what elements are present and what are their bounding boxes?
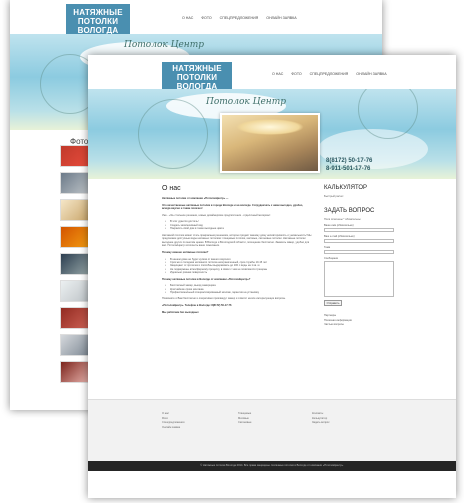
footer-link[interactable]: Онлайн заявка bbox=[162, 426, 184, 431]
brand-script-text: Потолок Центр bbox=[124, 40, 205, 50]
section-subtitle: Почему натяжные потолки в Вологде от ком… bbox=[162, 277, 251, 281]
email-label: Ваш e-mail (обязательно) bbox=[324, 235, 355, 238]
intro-paragraph: Натяжные потолки от компании «ПотолокЦен… bbox=[162, 197, 229, 200]
photo-thumb[interactable] bbox=[60, 253, 90, 275]
nav-photo[interactable]: фото bbox=[201, 16, 211, 20]
front-topbar: натяжные потолки вологда натяжные потолк… bbox=[88, 55, 456, 95]
footer: О нас Фото Спецпредложения Онлайн заявка… bbox=[88, 399, 456, 471]
sidebar: Калькулятор Быстрый расчет Задать вопрос… bbox=[324, 185, 394, 328]
subject-field[interactable] bbox=[324, 250, 394, 254]
screenshot-stage: натяжные потолки вологда натяжные потолк… bbox=[0, 0, 464, 503]
footer-col-3: Контакты Калькулятор Задать вопрос bbox=[312, 412, 330, 426]
footer-link[interactable]: Сатиновые bbox=[238, 421, 251, 426]
nav-about[interactable]: о нас bbox=[182, 16, 193, 20]
main-column: О нас Натяжные потолки от компании «Пото… bbox=[162, 185, 312, 317]
nav-about[interactable]: о нас bbox=[272, 72, 283, 76]
list-item: Идеально ровная поверхность bbox=[162, 271, 312, 275]
logo-line1: натяжные потолки bbox=[172, 64, 222, 82]
closing-line: «ПотолокЦентр». Телефон в Вологде: 8(817… bbox=[162, 304, 232, 307]
footer-col-1: О нас Фото Спецпредложения Онлайн заявка bbox=[162, 412, 184, 430]
nav-online-request[interactable]: онлайн заявка bbox=[266, 16, 296, 20]
footer-col-2: Глянцевые Матовые Сатиновые bbox=[238, 412, 251, 426]
front-banner: Потолок Центр 8(8172) 50-17-76 8-911-501… bbox=[88, 89, 456, 179]
photo-thumb[interactable] bbox=[60, 199, 90, 221]
page-title: О нас bbox=[162, 185, 181, 192]
ask-question-title: Задать вопрос bbox=[324, 208, 375, 214]
front-logo[interactable]: натяжные потолки вологда натяжные потолк… bbox=[162, 62, 232, 95]
body-paragraph: Позвоните и Вам бесплатно и оперативно п… bbox=[162, 297, 286, 301]
footer-link[interactable]: Спецпредложения bbox=[162, 421, 184, 426]
phone-1[interactable]: 8(8172) 50-17-76 bbox=[326, 157, 372, 165]
back-nav: о нас фото спецпредложения онлайн заявка bbox=[182, 16, 297, 20]
nav-photo[interactable]: фото bbox=[291, 72, 301, 76]
intro-paragraph: Это качественные натяжные потолки в горо… bbox=[162, 203, 304, 211]
photo-thumb[interactable] bbox=[60, 172, 90, 194]
message-label: Сообщение bbox=[324, 257, 339, 260]
photo-thumb[interactable] bbox=[60, 280, 90, 302]
footer-link[interactable]: Задать вопрос bbox=[312, 421, 330, 426]
nav-offers[interactable]: спецпредложения bbox=[310, 72, 349, 76]
ornament-swirl bbox=[138, 99, 208, 169]
email-field[interactable] bbox=[324, 239, 394, 243]
nav-offers[interactable]: спецпредложения bbox=[220, 16, 259, 20]
back-topbar: натяжные потолки вологда натяжные потолк… bbox=[10, 0, 382, 39]
interior-photo bbox=[220, 113, 320, 173]
required-note: Поля отмечены * обязательны bbox=[324, 218, 361, 221]
nav-online-request[interactable]: онлайн заявка bbox=[356, 72, 386, 76]
logo-line1: натяжные потолки bbox=[73, 8, 123, 26]
message-field[interactable] bbox=[324, 261, 394, 297]
photo-thumb[interactable] bbox=[60, 361, 90, 383]
body-paragraph: Натяжной потолок может стать прекрасным … bbox=[162, 233, 312, 248]
phone-2[interactable]: 8-911-501-17-76 bbox=[326, 165, 372, 173]
intro-paragraph: Уже - «Я» стильное решение, новые дизайн… bbox=[162, 213, 271, 217]
list-item: Покрасить свой дом в такие выгодные цвет… bbox=[162, 227, 312, 231]
sidebar-link[interactable]: Частые вопросы bbox=[324, 323, 394, 328]
photo-thumb[interactable] bbox=[60, 307, 90, 329]
section-subtitle: Почему именно натяжные потолки? bbox=[162, 250, 209, 254]
footer-link[interactable]: Глянцевые bbox=[238, 412, 251, 417]
phone-numbers: 8(8172) 50-17-76 8-911-501-17-76 bbox=[326, 157, 372, 173]
calculator-link[interactable]: Быстрый расчет bbox=[324, 195, 394, 198]
calculator-title: Калькулятор bbox=[324, 185, 368, 191]
copyright-bar: © Натяжные потолки Вологда 2014. Все пра… bbox=[88, 461, 456, 471]
brand-script-text: Потолок Центр bbox=[206, 97, 287, 107]
subject-label: Тема bbox=[324, 246, 331, 249]
photo-thumb[interactable] bbox=[60, 145, 90, 167]
name-label: Ваше имя (обязательно) bbox=[324, 224, 354, 227]
photo-thumb[interactable] bbox=[60, 334, 90, 356]
closing-line: Мы работаем без выходных bbox=[162, 310, 199, 314]
submit-button[interactable]: Отправить bbox=[324, 300, 342, 306]
back-logo[interactable]: натяжные потолки вологда натяжные потолк… bbox=[66, 4, 130, 39]
photo-thumb[interactable] bbox=[60, 226, 90, 248]
list-item: Профессиональный специализированный монт… bbox=[162, 291, 312, 295]
sidebar-links: Партнеры Полезная информация Частые вопр… bbox=[324, 314, 394, 328]
name-field[interactable] bbox=[324, 228, 394, 232]
front-nav: о нас фото спецпредложения онлайн заявка bbox=[272, 72, 387, 76]
front-page-sheet: натяжные потолки вологда натяжные потолк… bbox=[88, 55, 456, 498]
